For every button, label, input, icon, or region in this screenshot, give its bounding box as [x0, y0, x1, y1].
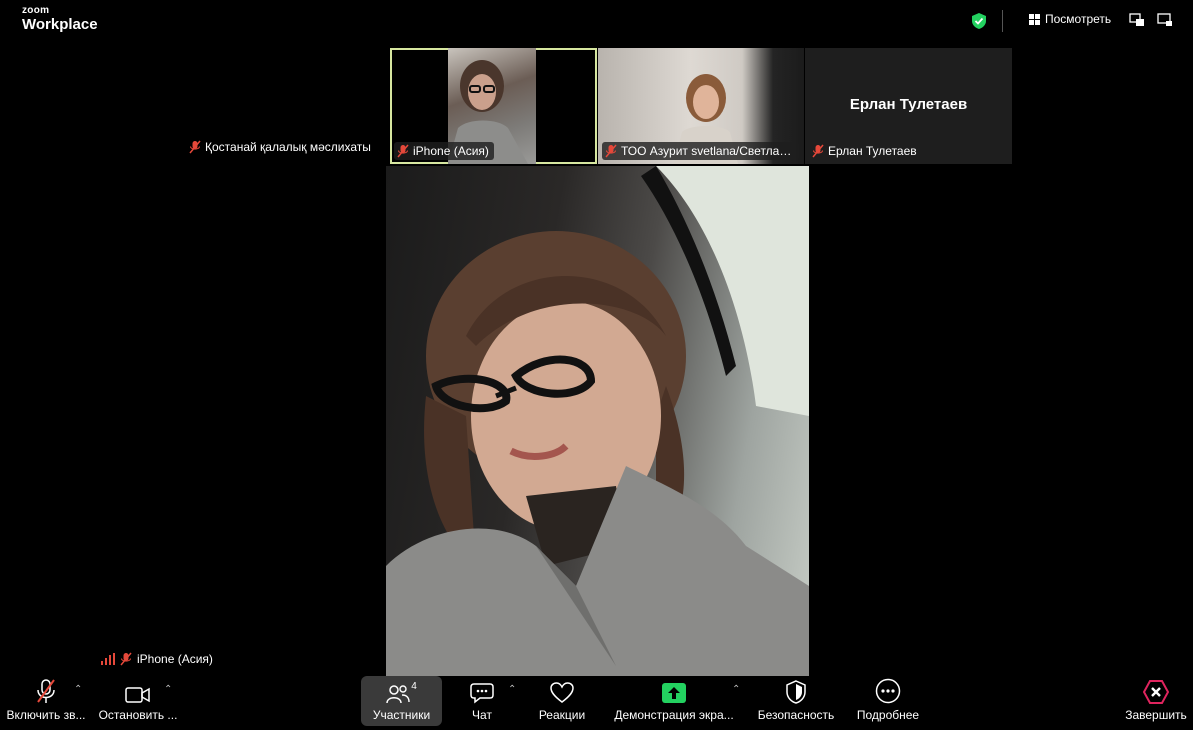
stop-video-label: Остановить ... — [98, 708, 178, 722]
muted-mic-icon — [120, 652, 132, 666]
muted-mic-icon — [189, 140, 201, 154]
reactions-label: Реакции — [538, 708, 586, 722]
participant-name-tag: ТОО Азурит svetlana/Светлана... — [602, 142, 799, 160]
participant-name-tag: Ерлан Тулетаев — [809, 142, 922, 160]
meeting-toolbar: Включить зв... ⌃ Остановить ... ⌃ 4 Учас… — [0, 676, 1193, 730]
logo-line1: zoom — [22, 5, 50, 16]
audio-options-caret[interactable]: ⌃ — [74, 684, 82, 695]
more-button[interactable]: Подробнее — [852, 676, 924, 726]
participant-name-tag: iPhone (Асия) — [394, 142, 494, 160]
participants-count: 4 — [411, 681, 417, 692]
muted-mic-icon — [37, 679, 55, 703]
share-screen-label: Демонстрация экра... — [614, 708, 734, 722]
participant-name: Қостанай қалалық мәслихаты — [205, 140, 371, 154]
chat-label: Чат — [472, 708, 492, 722]
participant-name: Ерлан Тулетаев — [828, 144, 917, 158]
active-speaker-label: iPhone (Асия) — [101, 652, 213, 666]
muted-mic-icon — [812, 144, 824, 158]
muted-mic-icon — [605, 144, 617, 158]
share-options-caret[interactable]: ⌃ — [732, 684, 740, 695]
participant-display-name: Ерлан Тулетаев — [849, 96, 968, 113]
participants-label: Участники — [372, 708, 431, 722]
view-button[interactable]: Посмотреть — [1029, 12, 1111, 26]
security-label: Безопасность — [757, 708, 835, 722]
chat-button[interactable]: Чат — [462, 676, 502, 726]
participant-tile-1[interactable]: iPhone (Асия) — [390, 48, 597, 164]
minimize-window-icon[interactable] — [1129, 13, 1145, 32]
shield-check-icon[interactable] — [972, 13, 986, 34]
more-label: Подробнее — [856, 708, 920, 722]
security-button[interactable]: Безопасность — [756, 676, 836, 726]
muted-mic-icon — [397, 144, 409, 158]
unmute-label: Включить зв... — [6, 708, 86, 722]
participants-button[interactable]: 4 Участники — [361, 676, 442, 726]
end-meeting-button[interactable]: Завершить — [1122, 676, 1190, 726]
zoom-logo: zoom Workplace — [22, 5, 98, 33]
share-screen-button[interactable]: Демонстрация экра... — [612, 676, 736, 726]
participant-tile-3[interactable]: Ерлан Тулетаев Ерлан Тулетаев — [805, 48, 1012, 164]
chat-options-caret[interactable]: ⌃ — [508, 684, 516, 695]
heart-icon — [550, 682, 574, 703]
end-call-icon — [1143, 680, 1169, 704]
signal-bars-icon — [101, 653, 115, 665]
reactions-button[interactable]: Реакции — [536, 676, 588, 726]
topbar-divider — [1002, 10, 1003, 32]
camera-icon — [125, 687, 150, 703]
view-label: Посмотреть — [1045, 12, 1112, 26]
more-icon — [875, 678, 901, 704]
grid-icon — [1029, 13, 1040, 25]
logo-line2: Workplace — [22, 16, 98, 33]
shield-icon — [786, 680, 806, 704]
speaker-name: iPhone (Асия) — [137, 652, 213, 666]
video-options-caret[interactable]: ⌃ — [164, 684, 172, 695]
end-meeting-label: Завершить — [1125, 708, 1187, 722]
main-speaker-video[interactable] — [386, 166, 809, 676]
participant-name: ТОО Азурит svetlana/Светлана... — [621, 144, 794, 158]
participant-tile-0[interactable]: Қостанай қалалық мәслихаты — [188, 140, 371, 154]
participant-name: iPhone (Асия) — [413, 144, 489, 158]
share-screen-icon — [662, 683, 686, 703]
chat-icon — [470, 683, 494, 704]
fullscreen-icon[interactable] — [1157, 13, 1173, 32]
participants-icon — [386, 685, 410, 704]
participant-tile-2[interactable]: ТОО Азурит svetlana/Светлана... — [598, 48, 804, 164]
